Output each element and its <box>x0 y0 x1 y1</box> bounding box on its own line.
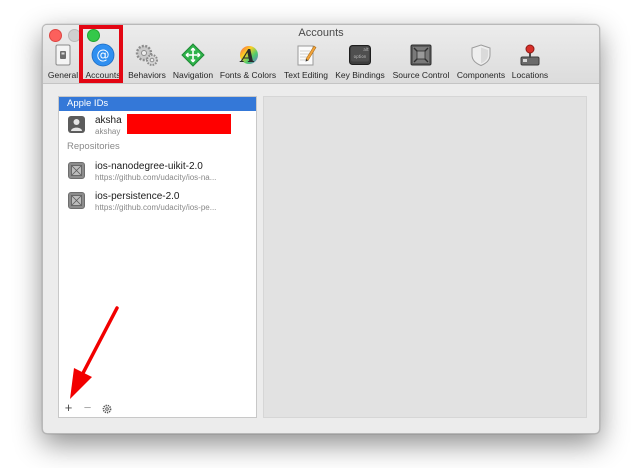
add-account-button[interactable]: + <box>59 399 78 417</box>
toolbar-fonts-colors-label: Fonts & Colors <box>219 70 277 80</box>
toolbar-fonts-colors[interactable]: A Fonts & Colors <box>217 41 279 81</box>
toolbar-text-editing[interactable]: Text Editing <box>281 41 331 81</box>
preferences-toolbar: General @ Accounts Behaviors Navigation … <box>43 25 599 83</box>
toolbar-general[interactable]: General <box>45 41 81 81</box>
svg-text:alt: alt <box>363 47 369 52</box>
toolbar-key-bindings-label: Key Bindings <box>335 70 385 80</box>
title-bar: Accounts General @ Accounts Behaviors Na… <box>43 25 599 84</box>
repositories-header: Repositories <box>67 141 120 152</box>
svg-text:option: option <box>354 54 367 59</box>
gear-icon <box>102 404 111 413</box>
repository-url: https://github.com/udacity/ios-pe... <box>95 203 217 212</box>
general-icon <box>55 44 71 66</box>
repository-url: https://github.com/udacity/ios-na... <box>95 173 217 182</box>
account-name: aksha <box>95 115 122 126</box>
account-detail-panel <box>263 96 587 418</box>
user-icon <box>68 116 85 133</box>
svg-text:A: A <box>239 46 255 67</box>
gears-icon <box>135 44 158 66</box>
toolbar-general-label: General <box>47 70 79 80</box>
toolbar-locations[interactable]: Locations <box>509 41 551 81</box>
redaction-box <box>127 114 231 134</box>
at-icon: @ <box>91 43 115 67</box>
pencil-paper-icon <box>297 45 317 66</box>
toolbar-components[interactable]: Components <box>454 41 508 81</box>
remove-account-button[interactable]: − <box>78 399 97 417</box>
font-color-icon: A <box>239 46 258 67</box>
toolbar-source-control[interactable]: Source Control <box>390 41 452 81</box>
toolbar-behaviors[interactable]: Behaviors <box>125 41 169 81</box>
source-control-icon <box>410 44 432 66</box>
preferences-window: Accounts General @ Accounts Behaviors Na… <box>42 24 600 434</box>
toolbar-accounts[interactable]: @ Accounts <box>83 41 123 81</box>
account-email: akshay <box>95 127 121 136</box>
shield-icon <box>471 44 491 67</box>
settings-gear-button[interactable] <box>97 399 116 417</box>
accounts-list-panel: Apple IDs aksha akshay Repositories ios-… <box>58 96 257 418</box>
toolbar-source-control-label: Source Control <box>392 70 450 80</box>
account-row[interactable]: aksha akshay <box>59 111 256 139</box>
svg-text:@: @ <box>97 48 110 63</box>
repository-name: ios-persistence-2.0 <box>95 191 180 202</box>
list-actions-bar: + − <box>59 399 256 417</box>
repository-icon <box>68 192 85 209</box>
repository-row[interactable]: ios-persistence-2.0 https://github.com/u… <box>59 187 256 215</box>
toolbar-text-editing-label: Text Editing <box>284 70 328 80</box>
toolbar-key-bindings[interactable]: option alt Key Bindings <box>333 41 387 81</box>
toolbar-locations-label: Locations <box>511 70 549 80</box>
repository-icon <box>68 162 85 179</box>
keyboard-key-icon: option alt <box>349 45 371 65</box>
apple-ids-header: Apple IDs <box>59 97 256 111</box>
window-title: Accounts <box>298 27 344 39</box>
toolbar-navigation-label: Navigation <box>172 70 214 80</box>
repository-row[interactable]: ios-nanodegree-uikit-2.0 https://github.… <box>59 157 256 185</box>
toolbar-components-label: Components <box>456 70 506 80</box>
repository-name: ios-nanodegree-uikit-2.0 <box>95 161 203 172</box>
toolbar-behaviors-label: Behaviors <box>128 70 166 80</box>
toolbar-navigation[interactable]: Navigation <box>171 41 215 81</box>
joystick-icon <box>520 44 540 66</box>
toolbar-accounts-label: Accounts <box>85 70 121 80</box>
navigation-arrows-icon <box>181 43 205 67</box>
